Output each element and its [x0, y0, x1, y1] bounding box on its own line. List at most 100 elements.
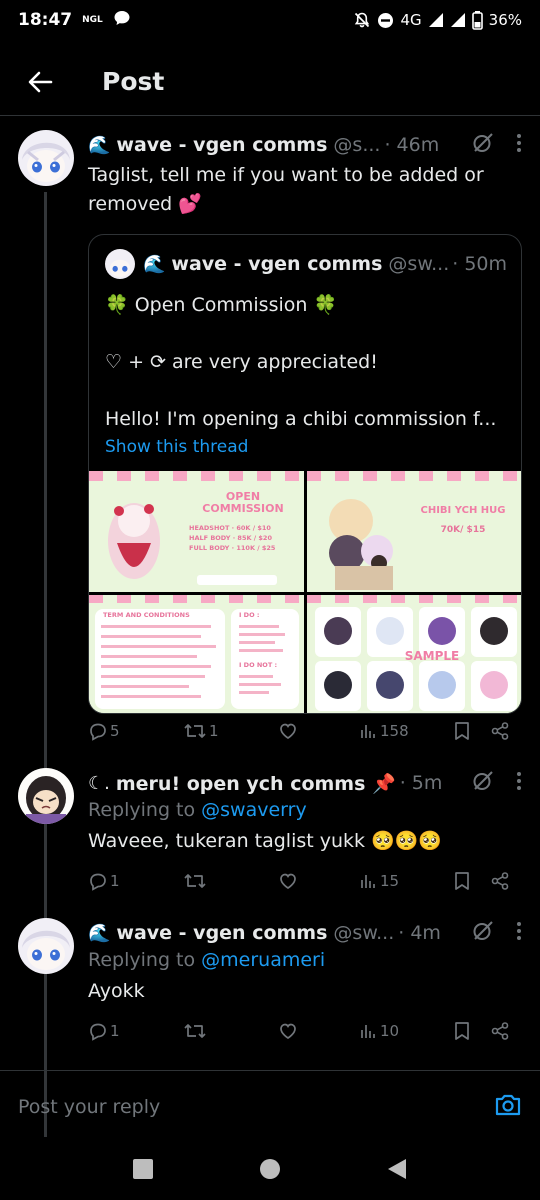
views-button[interactable]: 158	[358, 721, 453, 741]
carrier-badge: NGL	[82, 15, 103, 25]
repost-button[interactable]: 1	[183, 721, 278, 741]
quoted-tweet[interactable]: 🌊 wave - vgen comms @sw... · 50m 🍀 Open …	[88, 234, 522, 714]
price-item: HEADSHOT · 60K / $10	[189, 524, 271, 532]
views-button[interactable]: 15	[358, 871, 453, 891]
reply-count: 1	[110, 872, 120, 890]
tweet-content: 🌊 wave - vgen comms @s... · 46m Taglist,…	[88, 132, 522, 219]
action-bar: 1 15	[88, 866, 520, 896]
grok-icon[interactable]	[472, 132, 494, 159]
avatar[interactable]	[18, 768, 74, 824]
media-image[interactable]: OPEN COMMISSION HEADSHOT · 60K / $10 HAL…	[89, 471, 304, 592]
like-button[interactable]	[278, 721, 358, 741]
bookmark-button[interactable]	[453, 871, 490, 891]
wave-emoji: 🌊	[143, 253, 166, 275]
image-title: OPEN COMMISSION	[202, 490, 284, 515]
media-image[interactable]: SAMPLE	[307, 595, 521, 713]
views-button[interactable]: 10	[358, 1021, 453, 1041]
recents-button[interactable]	[132, 1158, 154, 1184]
repost-icon	[184, 724, 206, 738]
views-icon	[361, 725, 375, 738]
quote-line: Hello! I'm opening a chibi commission f.…	[105, 408, 497, 430]
camera-icon[interactable]	[494, 1092, 522, 1122]
heart-icon	[280, 873, 296, 889]
moon-emoji: ☾.	[88, 772, 110, 794]
like-button[interactable]	[278, 871, 358, 891]
share-button[interactable]	[490, 721, 510, 741]
media-image[interactable]: CHIBI YCH HUG 70K/ $15	[307, 471, 521, 592]
bookmark-button[interactable]	[453, 1021, 490, 1041]
tweet-content: ☾. meru! open ych comms 📌 · 5m Replying …	[88, 770, 522, 856]
signal-icon	[428, 12, 444, 28]
reply-tweet[interactable]: 🌊 wave - vgen comms @sw... · 4m Replying…	[0, 918, 540, 1058]
display-name[interactable]: wave - vgen comms	[116, 134, 327, 156]
tweet-header: 🌊 wave - vgen comms @s... · 46m	[88, 132, 522, 158]
home-button[interactable]	[259, 1158, 281, 1184]
views-count: 158	[380, 722, 409, 740]
tweet-text: Ayokk	[88, 980, 145, 1002]
mention-link[interactable]: @swaverry	[201, 799, 307, 821]
more-options-icon[interactable]	[516, 133, 522, 158]
repost-button[interactable]	[183, 871, 278, 891]
grok-icon[interactable]	[472, 770, 494, 797]
system-nav-bar	[0, 1142, 540, 1200]
reply-button[interactable]: 5	[88, 721, 183, 741]
back-nav-button[interactable]	[386, 1158, 408, 1184]
more-options-icon[interactable]	[516, 921, 522, 946]
username[interactable]: @sw...	[333, 922, 394, 944]
reply-composer[interactable]: Post your reply	[0, 1070, 540, 1142]
action-bar: 5 1 158	[88, 716, 520, 746]
mention-link[interactable]: @meruameri	[201, 949, 325, 971]
reply-button[interactable]: 1	[88, 1021, 183, 1041]
image-title: CHIBI YCH HUG	[420, 505, 506, 516]
avatar[interactable]	[18, 130, 74, 186]
arrow-left-icon	[28, 71, 53, 92]
timestamp[interactable]: · 46m	[384, 134, 439, 156]
username[interactable]: @s...	[333, 134, 380, 156]
avatar[interactable]	[18, 918, 74, 974]
circle-icon	[259, 1159, 280, 1179]
reply-tweet[interactable]: ☾. meru! open ych comms 📌 · 5m Replying …	[0, 768, 540, 898]
like-button[interactable]	[278, 1021, 358, 1041]
price-item: FULL BODY · 110K / $25	[189, 544, 276, 552]
action-bar: 1 10	[88, 1016, 520, 1046]
tweet-content: 🌊 wave - vgen comms @sw... · 4m Replying…	[88, 920, 522, 1006]
image-price: 70K/ $15	[440, 525, 486, 535]
quote-avatar	[105, 249, 135, 279]
back-button[interactable]	[0, 52, 80, 112]
main-tweet[interactable]: 🌊 wave - vgen comms @s... · 46m Taglist,…	[0, 130, 540, 1137]
repost-icon	[184, 1024, 206, 1038]
page-title: Post	[102, 67, 165, 96]
quote-line: 🍀 Open Commission 🍀	[105, 294, 338, 316]
views-icon	[361, 1025, 375, 1038]
signal-icon-2	[450, 12, 466, 28]
media-image[interactable]: TERM AND CONDITIONS I DO : I DO NOT :	[89, 595, 304, 713]
bookmark-icon	[455, 1022, 469, 1040]
display-name[interactable]: wave - vgen comms	[116, 922, 327, 944]
display-name[interactable]: meru! open ych comms 📌	[116, 772, 396, 795]
bookmark-button[interactable]	[453, 721, 490, 741]
repost-button[interactable]	[183, 1021, 278, 1041]
tweet-header: 🌊 wave - vgen comms @sw... · 4m	[88, 920, 522, 946]
timestamp[interactable]: · 5m	[400, 772, 443, 794]
quote-media-grid: OPEN COMMISSION HEADSHOT · 60K / $10 HAL…	[89, 471, 521, 713]
heart-icon	[280, 1023, 296, 1039]
timestamp[interactable]: · 4m	[398, 922, 441, 944]
price-list: HEADSHOT · 60K / $10 HALF BODY · 85K / $…	[189, 523, 301, 553]
reply-input[interactable]: Post your reply	[18, 1096, 494, 1118]
battery-percent: 36%	[488, 11, 522, 29]
replying-prefix: Replying to	[88, 949, 202, 971]
tweet-text: Waveee, tukeran taglist yukk 🥺🥺🥺	[88, 830, 443, 852]
share-button[interactable]	[490, 1021, 510, 1041]
repost-icon	[184, 874, 206, 888]
wave-emoji: 🌊	[88, 922, 111, 944]
reply-button[interactable]: 1	[88, 871, 183, 891]
grok-icon[interactable]	[472, 920, 494, 947]
quote-display-name: wave - vgen comms	[171, 253, 383, 275]
share-button[interactable]	[490, 871, 510, 891]
show-thread-link[interactable]: Show this thread	[105, 437, 248, 457]
dnd-icon	[377, 12, 394, 29]
top-app-bar: Post	[0, 48, 540, 116]
more-options-icon[interactable]	[516, 771, 522, 796]
quote-text: 🍀 Open Commission 🍀 ♡ + ⟳ are very appre…	[105, 291, 507, 433]
status-bar: 18:47 NGL 4G 36%	[0, 0, 540, 40]
